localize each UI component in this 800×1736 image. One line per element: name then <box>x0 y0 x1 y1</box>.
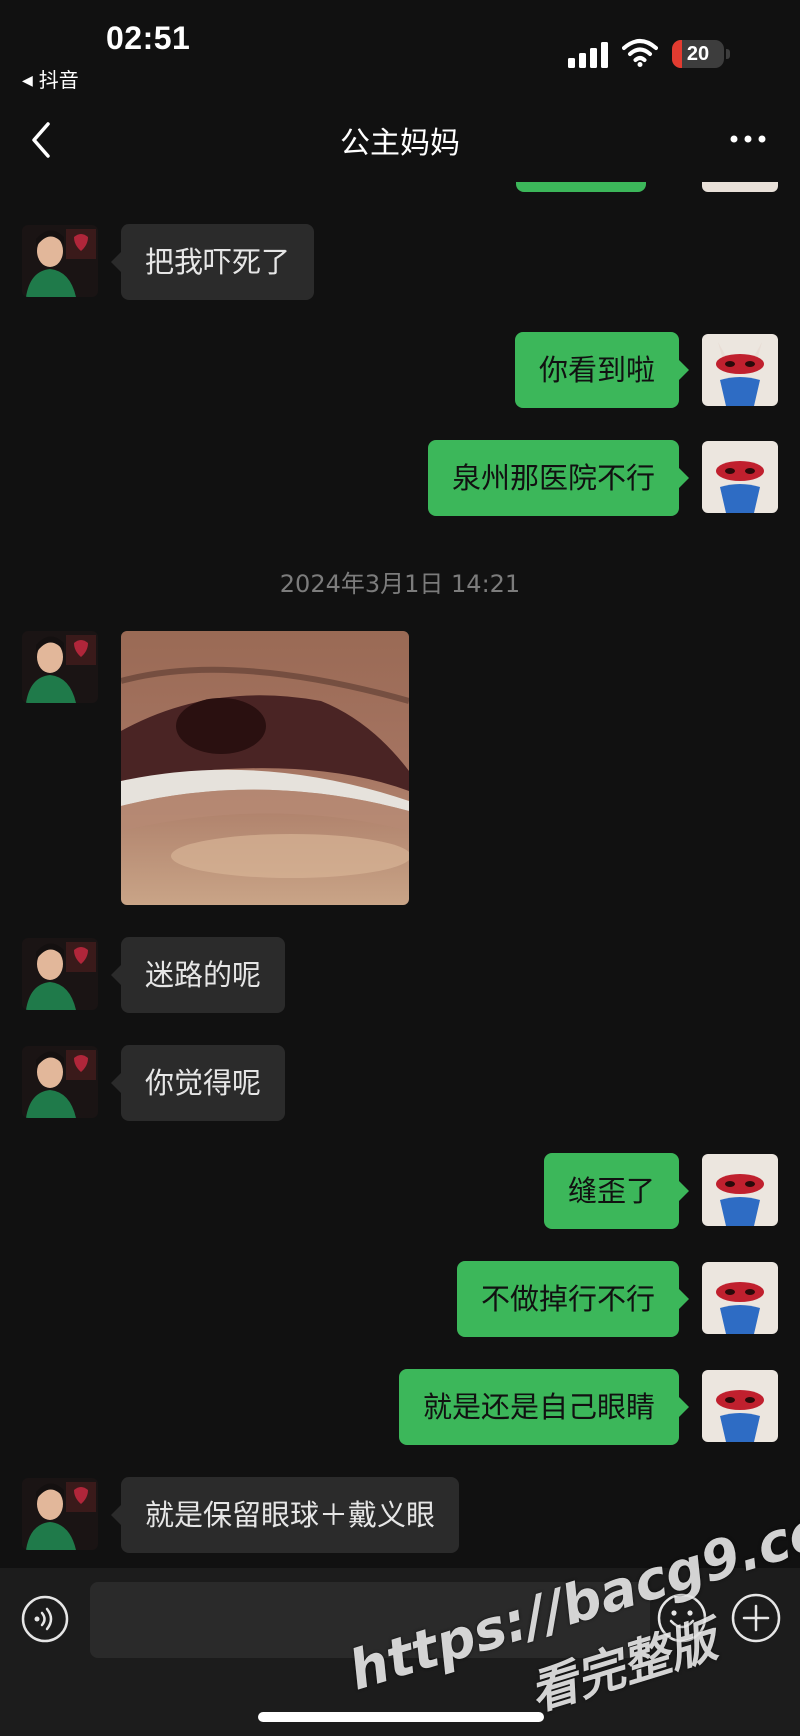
my-avatar[interactable] <box>702 334 778 406</box>
my-avatar-image <box>702 441 778 513</box>
chat-timestamp: 2024年3月1日 14:21 <box>279 570 521 598</box>
chat-title: 公主妈妈 <box>340 126 460 161</box>
input-bar <box>0 1568 800 1736</box>
chat-header: 公主妈妈 <box>0 100 800 182</box>
my-avatar-image <box>702 1154 778 1226</box>
eye-photo <box>121 631 409 905</box>
message-bubble-outgoing[interactable]: 就是还是自己眼睛 <box>398 1369 690 1445</box>
contact-avatar[interactable] <box>22 631 98 703</box>
my-avatar[interactable] <box>702 1262 778 1334</box>
my-avatar-image <box>702 1370 778 1442</box>
emoji-icon[interactable] <box>656 1592 708 1644</box>
message-bubble-incoming[interactable]: 把我吓死了 <box>110 224 315 300</box>
my-avatar[interactable] <box>702 441 778 513</box>
message-bubble-incoming[interactable]: 你觉得呢 <box>110 1045 286 1121</box>
back-app-label: 抖音 <box>38 68 79 92</box>
message-bubble-outgoing[interactable]: 你看到啦 <box>514 332 690 408</box>
battery-icon: 20 <box>672 40 730 68</box>
message-image[interactable] <box>121 631 409 905</box>
voice-icon[interactable] <box>20 1594 70 1644</box>
status-time: 02:51 <box>106 20 191 56</box>
contact-avatar[interactable] <box>22 1046 98 1118</box>
home-indicator[interactable] <box>258 1712 544 1722</box>
contact-avatar-image <box>22 225 98 297</box>
back-to-app-link[interactable]: ◀ 抖音 <box>22 64 79 93</box>
my-avatar-image <box>702 334 778 406</box>
message-bubble-incoming[interactable]: 迷路的呢 <box>110 937 286 1013</box>
message-input[interactable] <box>90 1582 650 1658</box>
contact-avatar[interactable] <box>22 1478 98 1550</box>
message-bubble-outgoing[interactable]: 不做掉行不行 <box>456 1261 690 1337</box>
contact-avatar[interactable] <box>22 938 98 1010</box>
battery-percent: 20 <box>686 43 710 65</box>
my-avatar-image <box>702 1262 778 1334</box>
contact-avatar-image <box>22 631 98 703</box>
contact-avatar-image <box>22 1046 98 1118</box>
message-bubble-outgoing[interactable]: 缝歪了 <box>543 1153 690 1229</box>
more-options-icon[interactable] <box>728 124 768 154</box>
plus-icon[interactable] <box>730 1592 782 1644</box>
message-bubble-incoming[interactable]: 就是保留眼球＋戴义眼 <box>110 1477 460 1553</box>
wifi-icon <box>622 39 658 67</box>
back-triangle-icon: ◀ <box>22 73 33 89</box>
message-bubble-outgoing[interactable]: 泉州那医院不行 <box>427 440 690 516</box>
my-avatar[interactable] <box>702 1154 778 1226</box>
contact-avatar-image <box>22 1478 98 1550</box>
my-avatar[interactable] <box>702 1370 778 1442</box>
cellular-signal-icon <box>568 42 608 68</box>
contact-avatar-image <box>22 938 98 1010</box>
contact-avatar[interactable] <box>22 225 98 297</box>
chat-screen: 02:51 ◀ 抖音 20 公主妈妈 把我吓死了 你看到啦 泉州那医院不行 20… <box>0 0 800 1736</box>
